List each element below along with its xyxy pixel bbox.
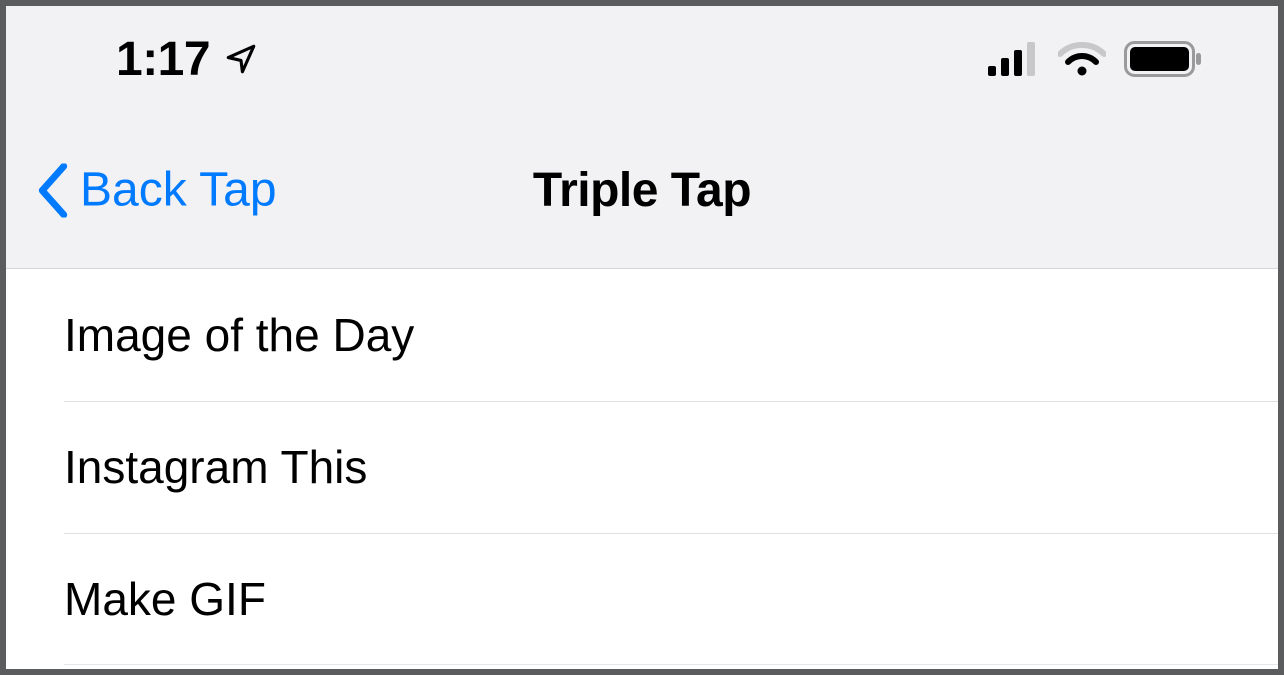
location-arrow-icon <box>224 42 258 76</box>
separator <box>64 664 1278 665</box>
option-label: Make GIF <box>64 572 266 626</box>
header: 1:17 <box>6 6 1278 269</box>
option-row[interactable]: Make GIF <box>6 533 1278 665</box>
clock: 1:17 <box>116 32 210 87</box>
back-button[interactable]: Back Tap <box>36 163 277 218</box>
wifi-icon <box>1058 42 1106 76</box>
status-bar: 1:17 <box>6 6 1278 112</box>
option-row[interactable]: Instagram This <box>6 401 1278 533</box>
back-label: Back Tap <box>80 163 277 218</box>
status-left: 1:17 <box>116 32 258 87</box>
options-list: Image of the Day Instagram This Make GIF <box>6 269 1278 669</box>
option-label: Instagram This <box>64 440 367 494</box>
cellular-signal-icon <box>988 42 1040 76</box>
status-right <box>988 41 1204 77</box>
battery-icon <box>1124 41 1204 77</box>
option-row[interactable]: Image of the Day <box>6 269 1278 401</box>
navigation-bar: Back Tap Triple Tap <box>6 112 1278 268</box>
option-label: Image of the Day <box>64 308 414 362</box>
chevron-left-icon <box>36 163 70 217</box>
device-frame: 1:17 <box>0 0 1284 675</box>
